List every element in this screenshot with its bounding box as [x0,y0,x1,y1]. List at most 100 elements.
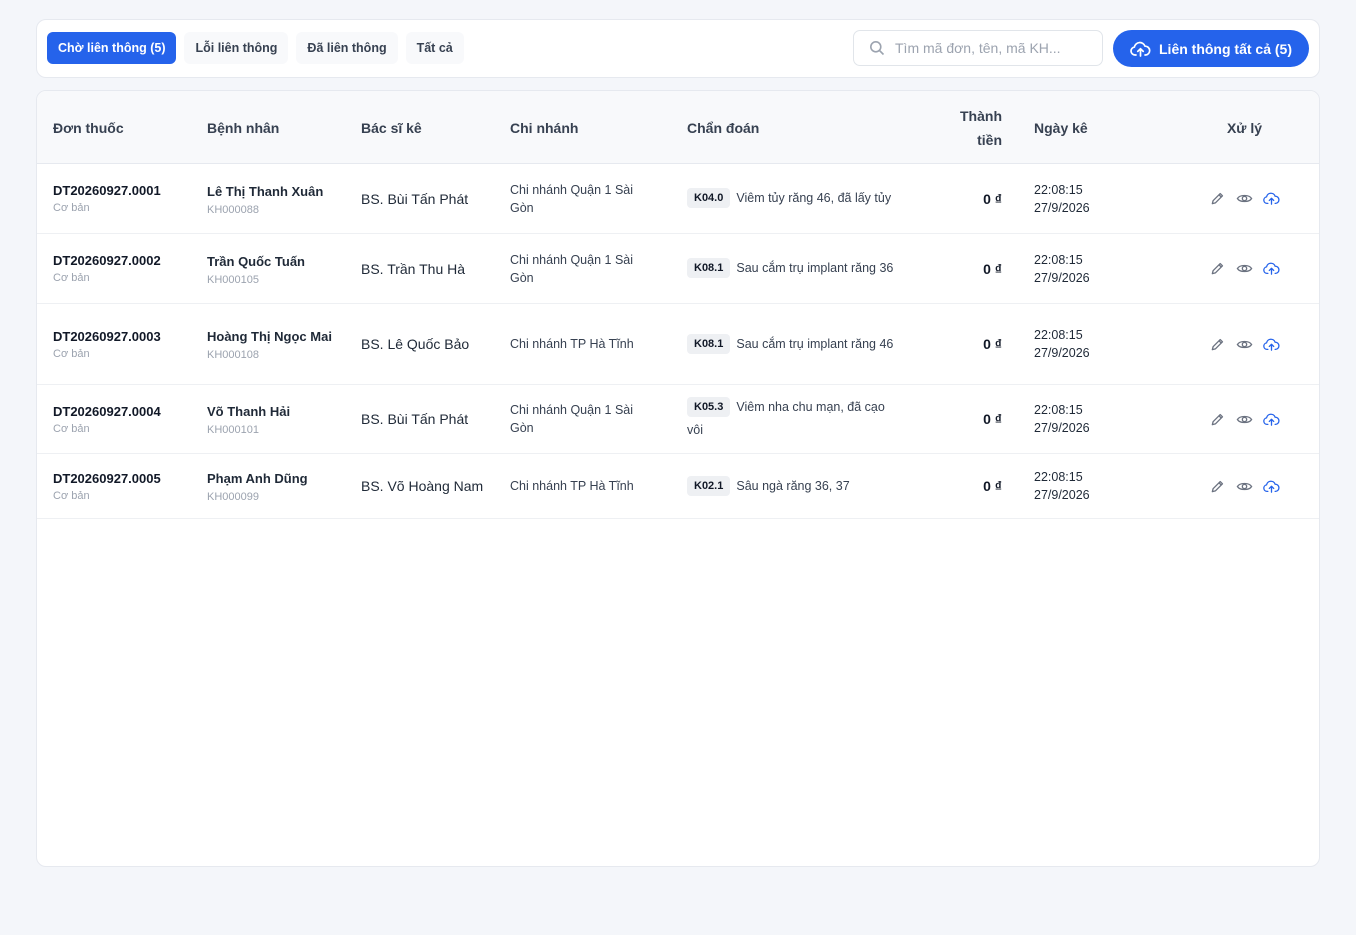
eye-icon[interactable] [1236,478,1253,495]
doctor-cell: BS. Lê Quốc Bảo [361,304,486,384]
tab-pending[interactable]: Chờ liên thông (5) [47,32,177,64]
prescribed-time: 22:08:15 [1034,470,1083,484]
patient-id: KH000088 [207,203,259,216]
patient-id: KH000105 [207,273,259,286]
tab-error[interactable]: Lỗi liên thông [184,32,289,64]
prescription-code[interactable]: DT20260927.0003 [53,329,161,344]
branch-cell: Chi nhánh Quận 1 Sài Gòn [510,234,660,303]
col-amount-line1: Thành [960,107,1002,124]
status-tabs: Chờ liên thông (5) Lỗi liên thông Đã liê… [47,32,464,64]
eye-icon[interactable] [1236,336,1253,353]
tab-all[interactable]: Tất cả [405,32,464,64]
sync-all-label: Liên thông tất cả (5) [1159,40,1292,57]
actions-cell [1209,164,1299,233]
cloud-upload-icon[interactable] [1263,411,1280,428]
icd-code-badge: K08.1 [687,258,731,278]
date-cell: 22:08:15 27/9/2026 [1034,164,1144,233]
prescribed-date: 27/9/2026 [1034,200,1090,215]
prescription-cell: DT20260927.0004 Cơ bản [53,385,203,453]
sync-all-button[interactable]: Liên thông tất cả (5) [1113,30,1309,67]
date-cell: 22:08:15 27/9/2026 [1034,454,1144,518]
doctor-cell: BS. Trần Thu Hà [361,234,486,303]
cloud-upload-icon[interactable] [1263,260,1280,277]
prescription-type: Cơ bản [53,489,90,502]
prescription-cell: DT20260927.0003 Cơ bản [53,304,203,384]
col-doctor: Bác sĩ kê [361,119,422,136]
icd-code-badge: K04.0 [687,188,731,208]
prescription-code[interactable]: DT20260927.0004 [53,404,161,419]
diagnosis-cell: K05.3 Viêm nha chu mạn, đã cạo vôi [687,385,902,453]
actions-cell [1209,234,1299,303]
pencil-icon[interactable] [1209,411,1226,428]
amount: 0 ₫ [983,190,1002,207]
prescription-code[interactable]: DT20260927.0002 [53,253,161,268]
prescription-type: Cơ bản [53,202,90,214]
doctor-name: BS. Bùi Tấn Phát [361,411,469,427]
prescribed-date: 27/9/2026 [1034,270,1090,285]
prescription-cell: DT20260927.0002 Cơ bản [53,234,203,303]
cloud-upload-icon[interactable] [1263,190,1280,207]
cloud-upload-icon [1130,41,1151,57]
doctor-name: BS. Lê Quốc Bảo [361,336,470,352]
prescribed-date: 27/9/2026 [1034,488,1090,502]
pencil-icon[interactable] [1209,336,1226,353]
col-branch: Chi nhánh [510,119,579,136]
patient-cell: Lê Thị Thanh Xuân KH000088 [207,164,352,233]
actions-cell [1209,304,1299,384]
prescribed-date: 27/9/2026 [1034,421,1090,435]
eye-icon[interactable] [1236,411,1253,428]
prescribed-time: 22:08:15 [1034,328,1083,342]
tab-synced[interactable]: Đã liên thông [296,32,398,64]
cloud-upload-icon[interactable] [1263,478,1280,495]
branch-name: Chi nhánh TP Hà Tĩnh [510,479,634,493]
amount: 0 ₫ [983,478,1002,494]
amount: 0 ₫ [983,336,1002,352]
patient-name: Lê Thị Thanh Xuân [207,183,324,199]
patient-name: Võ Thanh Hải [207,404,291,419]
patient-cell: Trần Quốc Tuấn KH000105 [207,234,352,303]
branch-cell: Chi nhánh Quận 1 Sài Gòn [510,164,660,233]
patient-id: KH000099 [207,491,259,503]
pencil-icon[interactable] [1209,260,1226,277]
prescription-cell: DT20260927.0001 Cơ bản [53,164,203,233]
patient-name: Phạm Anh Dũng [207,471,308,486]
col-prescription: Đơn thuốc [53,119,124,136]
doctor-cell: BS. Bùi Tấn Phát [361,164,486,233]
diagnosis-cell: K08.1 Sau cắm trụ implant răng 46 [687,304,902,384]
toolbar: Chờ liên thông (5) Lỗi liên thông Đã liê… [36,19,1320,78]
date-cell: 22:08:15 27/9/2026 [1034,234,1144,303]
eye-icon[interactable] [1236,190,1253,207]
table-row: DT20260927.0005 Cơ bản Phạm Anh Dũng KH0000… [37,454,1319,519]
branch-cell: Chi nhánh Quận 1 Sài Gòn [510,385,660,453]
icd-code-badge: K02.1 [687,475,731,496]
date-cell: 22:08:15 27/9/2026 [1034,304,1144,384]
prescription-type: Cơ bản [53,422,90,435]
diagnosis-cell: K02.1 Sâu ngà răng 36, 37 [687,454,902,518]
patient-cell: Phạm Anh Dũng KH000099 [207,454,352,518]
prescription-code[interactable]: DT20260927.0001 [53,183,161,198]
prescribed-time: 22:08:15 [1034,182,1083,197]
diagnosis-text: Viêm tủy răng 46, đã lấy tủy [736,191,892,205]
col-actions: Xử lý [1226,119,1263,136]
diagnosis-text: Sau cắm trụ implant răng 36 [736,261,894,275]
pencil-icon[interactable] [1209,190,1226,207]
icd-code-badge: K08.1 [687,333,731,354]
search-box [853,30,1103,66]
cloud-upload-icon[interactable] [1263,336,1280,353]
doctor-name: BS. Trần Thu Hà [361,260,466,277]
search-input[interactable] [895,40,1085,56]
patient-cell: Võ Thanh Hải KH000101 [207,385,352,453]
search-icon [870,41,885,56]
date-cell: 22:08:15 27/9/2026 [1034,385,1144,453]
prescription-code[interactable]: DT20260927.0005 [53,471,161,486]
patient-id: KH000108 [207,349,259,361]
icd-code-badge: K05.3 [687,397,731,417]
branch-name: Chi nhánh Quận 1 Sài Gòn [510,182,634,215]
prescribed-time: 22:08:15 [1034,252,1083,267]
doctor-cell: BS. Võ Hoàng Nam [361,454,486,518]
pencil-icon[interactable] [1209,478,1226,495]
doctor-cell: BS. Bùi Tấn Phát [361,385,486,453]
patient-name: Hoàng Thị Ngọc Mai [207,329,332,344]
table-header: Đơn thuốc Bệnh nhân Bác sĩ kê Chi nhánh … [37,91,1319,164]
eye-icon[interactable] [1236,260,1253,277]
